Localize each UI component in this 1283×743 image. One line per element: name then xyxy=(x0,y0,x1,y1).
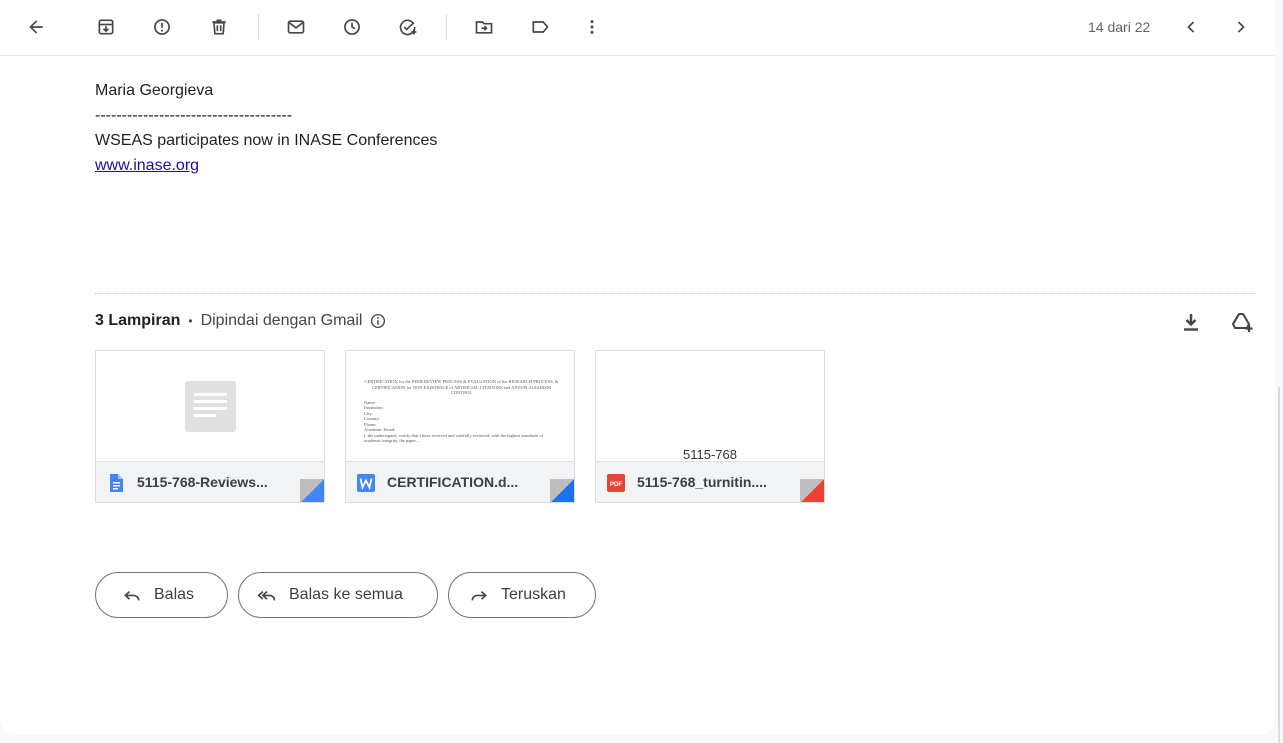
attachment-footer: CERTIFICATION.d... xyxy=(346,461,574,502)
forward-label: Teruskan xyxy=(501,586,566,603)
more-options-button[interactable] xyxy=(572,7,612,47)
back-button[interactable] xyxy=(16,7,56,47)
scanned-label: Dipindai dengan Gmail xyxy=(200,312,363,329)
toolbar-separator xyxy=(446,14,447,40)
reply-button[interactable]: Balas xyxy=(95,572,228,618)
forward-button[interactable]: Teruskan xyxy=(448,572,596,618)
label-button[interactable] xyxy=(520,7,560,47)
attachment-card-turnitin[interactable]: 5115-768 PDF 5115-768_turnitin.... xyxy=(595,350,825,503)
delete-button[interactable] xyxy=(199,7,239,47)
attachment-card-reviews[interactable]: 5115-768-Reviews... xyxy=(95,350,325,503)
word-icon xyxy=(357,474,375,492)
move-to-button[interactable] xyxy=(464,7,504,47)
report-spam-icon xyxy=(154,19,170,35)
preview-text: 5115-768 xyxy=(683,447,737,461)
mark-unread-button[interactable] xyxy=(276,7,316,47)
add-to-drive-icon[interactable] xyxy=(1230,310,1254,334)
signature-tagline: WSEAS participates now in INASE Conferen… xyxy=(95,132,438,149)
inase-link[interactable]: www.inase.org xyxy=(95,157,199,174)
attachment-name: 5115-768-Reviews... xyxy=(137,474,268,490)
reply-label: Balas xyxy=(154,586,195,603)
page-curl-icon xyxy=(800,479,824,502)
info-icon[interactable] xyxy=(369,312,387,330)
reply-icon xyxy=(124,591,140,601)
attachment-preview xyxy=(96,351,324,461)
attachment-preview: 5115-768 xyxy=(596,351,824,461)
attachment-name: 5115-768_turnitin.... xyxy=(637,474,767,490)
reply-all-button[interactable]: Balas ke semua xyxy=(238,572,438,618)
email-panel: 14 dari 22 Maria Georgieva -------------… xyxy=(0,0,1275,735)
arrow-left-icon xyxy=(29,20,43,34)
archive-button[interactable] xyxy=(86,7,126,47)
attachments-header: 3 Lampiran • Dipindai dengan Gmail xyxy=(95,312,387,330)
more-vert-icon xyxy=(590,20,594,34)
attachment-footer: 5115-768-Reviews... xyxy=(96,461,324,502)
download-icon[interactable] xyxy=(1179,310,1203,334)
snooze-icon xyxy=(344,19,360,35)
pager-label: 14 dari 22 xyxy=(1088,19,1151,35)
mark-unread-icon xyxy=(287,20,305,34)
attachment-footer: PDF 5115-768_turnitin.... xyxy=(596,461,824,502)
bullet: • xyxy=(188,314,193,328)
newer-button[interactable] xyxy=(1171,7,1211,47)
preview-body: I, the undersigned, certify that I have … xyxy=(364,432,544,444)
page-curl-icon xyxy=(550,479,574,502)
generic-doc-icon xyxy=(185,381,236,432)
message-body: Maria Georgieva ------------------------… xyxy=(95,78,437,178)
preview-title: CERTIFICATION for the PEER REVIEW PROCES… xyxy=(364,379,559,395)
sender-signature: Maria Georgieva xyxy=(95,82,214,99)
page-curl-icon xyxy=(300,479,324,502)
move-to-icon xyxy=(475,21,493,34)
add-task-icon xyxy=(399,19,417,36)
reply-all-icon xyxy=(257,591,276,601)
toolbar-separator xyxy=(258,14,259,40)
attachment-card-certification[interactable]: CERTIFICATION for the PEER REVIEW PROCES… xyxy=(345,350,575,503)
forward-icon xyxy=(471,591,487,601)
snooze-button[interactable] xyxy=(332,7,372,47)
google-docs-icon xyxy=(110,474,123,492)
delete-icon xyxy=(212,19,226,35)
older-button[interactable] xyxy=(1221,7,1261,47)
message-toolbar: 14 dari 22 xyxy=(0,0,1275,56)
attachments-divider xyxy=(95,293,1255,294)
signature-separator: ------------------------------------- xyxy=(95,107,293,124)
label-icon xyxy=(532,21,549,33)
attachment-name: CERTIFICATION.d... xyxy=(387,474,519,490)
scrollbar[interactable] xyxy=(1278,387,1280,743)
pdf-icon: PDF xyxy=(607,474,625,492)
add-task-button[interactable] xyxy=(388,7,428,47)
chevron-left-icon xyxy=(1187,21,1195,33)
attachment-count: 3 Lampiran xyxy=(95,312,181,329)
chevron-right-icon xyxy=(1237,21,1245,33)
reply-all-label: Balas ke semua xyxy=(289,586,403,603)
svg-text:PDF: PDF xyxy=(610,482,622,488)
attachment-preview: CERTIFICATION for the PEER REVIEW PROCES… xyxy=(346,351,574,461)
archive-icon xyxy=(98,19,114,35)
report-spam-button[interactable] xyxy=(142,7,182,47)
